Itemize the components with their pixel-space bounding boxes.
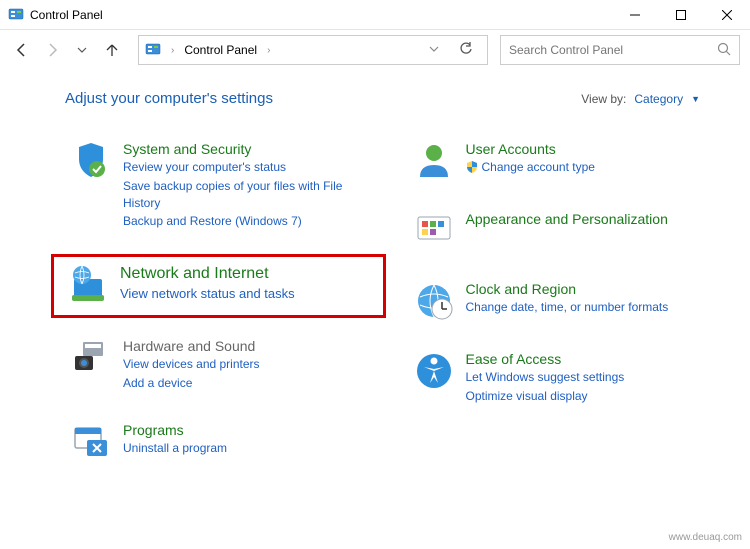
chevron-right-icon[interactable]: › [263,45,274,56]
category-link[interactable]: View network status and tasks [120,285,295,303]
category-ease-access: Ease of Access Let Windows suggest setti… [408,345,721,411]
titlebar-left: Control Panel [8,7,103,23]
category-link[interactable]: View devices and printers [123,356,260,373]
up-button[interactable] [100,38,124,62]
close-button[interactable] [704,0,750,30]
right-column: User Accounts Change account type Appear… [408,135,721,486]
watermark: www.deuaq.com [669,532,742,543]
breadcrumb-item[interactable]: Control Panel [184,43,257,57]
category-title[interactable]: Programs [123,422,227,438]
category-link[interactable]: Let Windows suggest settings [466,369,625,386]
printer-camera-icon [71,338,111,378]
category-link[interactable]: Uninstall a program [123,440,227,457]
appearance-icon [414,211,454,251]
address-bar[interactable]: › Control Panel › [138,35,488,65]
toolbar: › Control Panel › [0,30,750,70]
address-dropdown[interactable] [423,44,445,57]
page-heading: Adjust your computer's settings [65,90,273,107]
recent-dropdown[interactable] [70,38,94,62]
category-link[interactable]: Change date, time, or number formats [466,299,669,316]
category-title[interactable]: Network and Internet [120,265,295,283]
category-link[interactable]: Review your computer's status [123,159,372,176]
category-appearance: Appearance and Personalization [408,205,721,257]
category-title[interactable]: Clock and Region [466,281,669,297]
uac-shield-icon [466,161,478,173]
clock-globe-icon [414,281,454,321]
category-network-internet: Network and Internet View network status… [51,254,386,318]
refresh-button[interactable] [451,42,481,59]
categories-columns: System and Security Review your computer… [65,135,720,486]
category-user-accounts: User Accounts Change account type [408,135,721,187]
programs-icon [71,422,111,462]
content-area: Adjust your computer's settings View by:… [0,70,750,486]
search-bar[interactable] [500,35,740,65]
category-link[interactable]: Backup and Restore (Windows 7) [123,213,372,230]
back-button[interactable] [10,38,34,62]
category-title[interactable]: Ease of Access [466,351,625,367]
forward-button[interactable] [40,38,64,62]
control-panel-icon [145,42,161,58]
accessibility-icon [414,351,454,391]
minimize-button[interactable] [612,0,658,30]
window-controls [612,0,750,30]
user-icon [414,141,454,181]
category-link[interactable]: Optimize visual display [466,388,625,405]
titlebar: Control Panel [0,0,750,30]
globe-network-icon [68,265,108,305]
category-title[interactable]: User Accounts [466,141,595,157]
shield-monitor-icon [71,141,111,181]
category-programs: Programs Uninstall a program [65,416,378,468]
category-title[interactable]: Hardware and Sound [123,338,260,354]
chevron-right-icon[interactable]: › [167,45,178,56]
control-panel-icon [8,7,24,23]
search-icon[interactable] [717,42,731,59]
window-title: Control Panel [30,8,103,22]
view-by: View by: Category ▼ [581,92,700,106]
category-title[interactable]: System and Security [123,141,372,157]
category-link[interactable]: Save backup copies of your files with Fi… [123,178,372,212]
category-link[interactable]: Change account type [466,159,595,176]
category-link[interactable]: Add a device [123,375,260,392]
viewby-label: View by: [581,92,626,106]
maximize-button[interactable] [658,0,704,30]
heading-row: Adjust your computer's settings View by:… [65,90,720,107]
chevron-down-icon[interactable]: ▼ [691,94,700,104]
category-system-security: System and Security Review your computer… [65,135,378,236]
left-column: System and Security Review your computer… [65,135,378,486]
category-clock-region: Clock and Region Change date, time, or n… [408,275,721,327]
category-title[interactable]: Appearance and Personalization [466,211,668,227]
viewby-value[interactable]: Category [634,92,683,106]
search-input[interactable] [509,43,717,57]
category-hardware-sound: Hardware and Sound View devices and prin… [65,332,378,398]
